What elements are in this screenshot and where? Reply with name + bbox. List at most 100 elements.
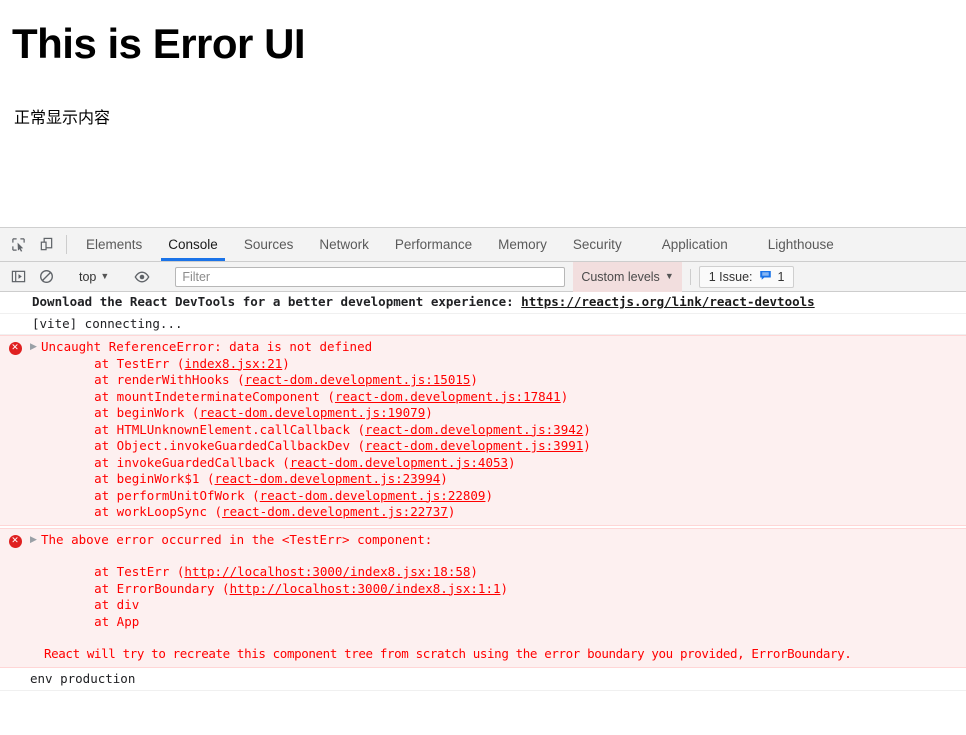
tab-performance-label: Performance	[394, 237, 473, 252]
tab-console-label: Console	[168, 237, 218, 252]
clear-console-icon	[39, 269, 54, 284]
stack-line: at Object.invokeGuardedCallbackDev (reac…	[30, 438, 966, 455]
stack-link[interactable]: react-dom.development.js:4053	[290, 455, 508, 470]
console-error-group-2: ✕ ▶ The above error occurred in the <Tes…	[0, 527, 966, 668]
stack-suffix: )	[560, 388, 569, 404]
error-body-1: ▶ Uncaught ReferenceError: data is not d…	[30, 339, 966, 521]
disclosure-triangle-icon-2[interactable]: ▶	[30, 532, 41, 549]
device-toolbar-button[interactable]	[32, 228, 60, 261]
tab-elements[interactable]: Elements	[73, 228, 155, 261]
tab-memory-label: Memory	[498, 237, 547, 252]
tab-elements-label: Elements	[86, 237, 143, 252]
tab-performance[interactable]: Performance	[382, 228, 485, 261]
inspect-element-icon	[11, 237, 26, 252]
live-expression-button[interactable]	[128, 269, 156, 285]
tab-application[interactable]: Application	[649, 228, 741, 261]
stack-prefix: at div	[64, 597, 140, 612]
stack-prefix: at beginWork$1 (	[64, 471, 215, 486]
tab-memory[interactable]: Memory	[485, 228, 560, 261]
stack-suffix: )	[470, 372, 478, 387]
clear-console-button[interactable]	[32, 269, 60, 284]
stack-suffix: )	[447, 504, 456, 519]
tab-lighthouse[interactable]: Lighthouse	[755, 228, 847, 261]
tab-sources-label: Sources	[243, 237, 294, 252]
stack-link[interactable]: react-dom.development.js:15015	[245, 372, 471, 387]
issues-label: 1 Issue:	[708, 269, 753, 284]
message-text-vite: [vite] connecting...	[32, 315, 183, 331]
stack-link[interactable]: index8.jsx:21	[184, 356, 282, 371]
inspect-element-button[interactable]	[4, 228, 32, 261]
toolbar-divider	[66, 235, 67, 254]
stack-line: at beginWork (react-dom.development.js:1…	[30, 405, 966, 422]
tab-console[interactable]: Console	[155, 228, 231, 261]
stack-line: at beginWork$1 (react-dom.development.js…	[30, 471, 966, 488]
stack-link[interactable]: react-dom.development.js:22737	[222, 504, 448, 519]
console-sidebar-button[interactable]	[4, 269, 32, 284]
error-recovery-note: React will try to recreate this componen…	[44, 646, 852, 661]
issues-button[interactable]: 1 Issue: 1	[698, 265, 795, 288]
stack-prefix: at App	[64, 613, 140, 629]
error-body-2: ▶ The above error occurred in the <TestE…	[30, 532, 966, 663]
react-devtools-link[interactable]: https://reactjs.org/link/react-devtools	[521, 294, 815, 309]
tab-lighthouse-label: Lighthouse	[767, 237, 834, 252]
console-error-group-1: ✕ ▶ Uncaught ReferenceError: data is not…	[0, 335, 966, 526]
console-message-list[interactable]: Download the React DevTools for a better…	[0, 292, 966, 735]
stack-line: at mountIndeterminateComponent (react-do…	[30, 389, 966, 406]
page-paragraph: 正常显示内容	[14, 110, 111, 128]
stack-line: at workLoopSync (react-dom.development.j…	[30, 504, 966, 521]
console-message-vite: [vite] connecting...	[0, 314, 966, 335]
execution-context-selector[interactable]: top ▼	[73, 270, 115, 284]
message-body: Download the React DevTools for a better…	[32, 294, 522, 309]
log-levels-label: Custom levels	[581, 269, 660, 284]
stack-suffix: )	[470, 564, 478, 579]
stack-line: at TestErr (index8.jsx:21)	[30, 356, 966, 373]
console-message-env: env production	[0, 668, 966, 691]
stack-link[interactable]: http://localhost:3000/index8.jsx:1:1	[230, 581, 501, 596]
stack-link[interactable]: react-dom.development.js:17841	[335, 389, 561, 404]
log-levels-selector[interactable]: Custom levels ▼	[573, 261, 682, 292]
issue-message-icon	[759, 269, 772, 285]
message-text: Download the React DevTools for a better…	[30, 294, 966, 311]
stack-link[interactable]: react-dom.development.js:22809	[260, 488, 486, 503]
toolbar-divider-5	[689, 268, 691, 285]
tab-network[interactable]: Network	[306, 228, 382, 261]
error-head-1: ▶ Uncaught ReferenceError: data is not d…	[30, 339, 966, 356]
chevron-down-icon: ▼	[100, 271, 110, 281]
stack-prefix: at HTMLUnknownElement.callCallback (	[64, 421, 366, 437]
disclosure-triangle-icon-1[interactable]: ▶	[30, 339, 41, 356]
stack-link[interactable]: react-dom.development.js:19079	[199, 405, 425, 420]
tab-sources[interactable]: Sources	[231, 228, 307, 261]
stack-line: at renderWithHooks (react-dom.developmen…	[30, 372, 966, 389]
stack-link[interactable]: react-dom.development.js:23994	[215, 471, 441, 486]
message-gutter-2	[0, 316, 30, 333]
filter-input[interactable]	[175, 266, 566, 287]
execution-context-label: top	[79, 269, 97, 284]
stack-prefix: at TestErr (	[64, 355, 185, 371]
stack-suffix: )	[425, 405, 433, 420]
error-title-2: The above error occurred in the <TestErr…	[41, 531, 433, 547]
console-toolbar: top ▼ Custom levels ▼ 1 Issue:	[0, 261, 966, 292]
error-title-1: Uncaught ReferenceError: data is not def…	[41, 339, 373, 354]
page-title: This is Error UI	[12, 20, 306, 67]
stack-suffix: )	[500, 580, 509, 596]
message-gutter	[0, 294, 30, 311]
stack-link[interactable]: react-dom.development.js:3991	[365, 438, 583, 453]
stack-line: at HTMLUnknownElement.callCallback (reac…	[30, 422, 966, 439]
stack-suffix: )	[508, 454, 516, 470]
chevron-down-icon-levels: ▼	[664, 271, 674, 281]
stack-line: at App	[30, 614, 966, 631]
stack-line: at div	[30, 597, 966, 614]
error-spacer-2	[30, 630, 966, 646]
stack-line: at invokeGuardedCallback (react-dom.deve…	[30, 455, 966, 472]
tab-security-label: Security	[572, 237, 622, 252]
stack-prefix: at invokeGuardedCallback (	[64, 454, 290, 470]
stack-prefix: at ErrorBoundary (	[64, 580, 230, 596]
devtools-panel: Elements Console Sources Network Perform…	[0, 228, 966, 735]
stack-link[interactable]: http://localhost:3000/index8.jsx:18:58	[184, 564, 470, 579]
error-icon: ✕	[8, 534, 22, 548]
tab-security[interactable]: Security	[560, 228, 635, 261]
stack-suffix: )	[583, 438, 591, 453]
stack-prefix: at renderWithHooks (	[64, 372, 245, 387]
stack-link[interactable]: react-dom.development.js:3942	[365, 422, 583, 437]
stack-prefix: at mountIndeterminateComponent (	[64, 388, 335, 404]
